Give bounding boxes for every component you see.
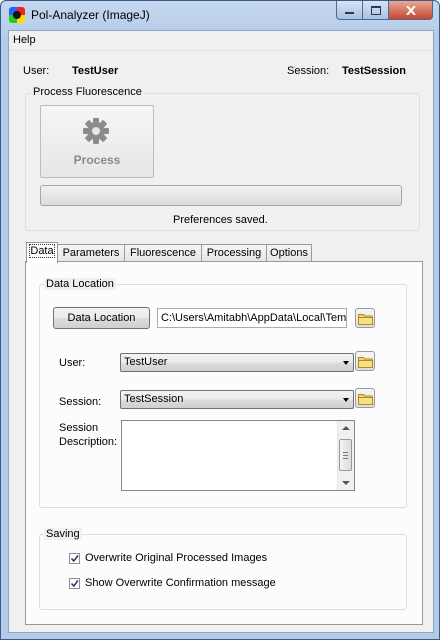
data-location-button[interactable]: Data Location xyxy=(53,307,150,329)
show-confirm-label[interactable]: Show Overwrite Confirmation message xyxy=(85,577,276,589)
minimize-icon xyxy=(345,11,354,14)
scroll-thumb[interactable] xyxy=(339,439,352,471)
close-icon xyxy=(405,5,416,15)
tab-parameters[interactable]: Parameters xyxy=(57,244,125,262)
close-button[interactable] xyxy=(389,1,433,20)
check-icon xyxy=(70,555,79,563)
browse-data-location-button[interactable] xyxy=(355,308,375,328)
check-icon xyxy=(70,580,79,588)
session-description-label-line2: Description: xyxy=(59,436,118,448)
overwrite-images-checkbox[interactable] xyxy=(69,553,80,564)
session-description-label-line1: Session xyxy=(59,422,99,434)
user-dropdown-value: TestUser xyxy=(124,356,168,368)
status-text: Preferences saved. xyxy=(173,214,268,226)
session-description-textarea[interactable] xyxy=(121,420,355,491)
title-bar[interactable]: Pol-Analyzer (ImageJ) xyxy=(1,1,439,29)
description-scrollbar[interactable] xyxy=(337,421,354,490)
user-label: User: xyxy=(23,65,50,77)
process-fluorescence-title: Process Fluorescence xyxy=(31,86,144,98)
chevron-down-icon xyxy=(343,398,349,402)
user-dropdown[interactable]: TestUser xyxy=(120,353,354,372)
saving-group xyxy=(39,534,407,610)
folder-icon xyxy=(358,314,373,325)
minimize-button[interactable] xyxy=(336,1,363,20)
progress-bar xyxy=(40,185,402,206)
scroll-down-icon[interactable] xyxy=(342,481,350,485)
window-title: Pol-Analyzer (ImageJ) xyxy=(31,8,150,22)
browse-session-button[interactable] xyxy=(355,388,375,408)
maximize-icon xyxy=(370,5,381,15)
window-controls xyxy=(336,1,433,21)
session-label: Session: xyxy=(287,65,330,77)
app-window: Pol-Analyzer (ImageJ) Help User: TestUse… xyxy=(0,0,440,640)
show-confirm-checkbox[interactable] xyxy=(69,578,80,589)
process-button-label: Process xyxy=(73,153,121,167)
saving-title: Saving xyxy=(44,528,82,540)
menu-help[interactable]: Help xyxy=(13,34,36,46)
data-tab-panel: Data Location Data Location C:\Users\Ami… xyxy=(25,261,423,625)
scroll-up-icon[interactable] xyxy=(342,426,350,430)
gear-icon xyxy=(83,118,109,144)
tab-processing[interactable]: Processing xyxy=(201,244,267,262)
user-value: TestUser xyxy=(72,65,119,77)
session-dropdown[interactable]: TestSession xyxy=(120,390,354,409)
folder-icon xyxy=(358,357,373,368)
client-area: Help User: TestUser Session: TestSession… xyxy=(8,30,434,633)
tab-fluorescence[interactable]: Fluorescence xyxy=(124,244,202,262)
tab-options[interactable]: Options xyxy=(266,244,312,262)
browse-user-button[interactable] xyxy=(355,351,375,371)
maximize-button[interactable] xyxy=(363,1,389,20)
data-location-title: Data Location xyxy=(44,278,116,290)
menu-bar: Help xyxy=(9,31,433,51)
app-icon[interactable] xyxy=(9,7,25,23)
data-location-path-field[interactable]: C:\Users\Amitabh\AppData\Local\Temp xyxy=(157,308,347,328)
tab-data[interactable]: Data xyxy=(26,242,58,263)
chevron-down-icon xyxy=(343,361,349,365)
session-dropdown-value: TestSession xyxy=(124,393,184,405)
process-button[interactable]: Process xyxy=(40,105,154,178)
overwrite-images-label[interactable]: Overwrite Original Processed Images xyxy=(85,552,267,564)
session-value: TestSession xyxy=(342,65,406,77)
data-user-label: User: xyxy=(59,357,86,369)
data-session-label: Session: xyxy=(59,396,102,408)
folder-icon xyxy=(358,394,373,405)
